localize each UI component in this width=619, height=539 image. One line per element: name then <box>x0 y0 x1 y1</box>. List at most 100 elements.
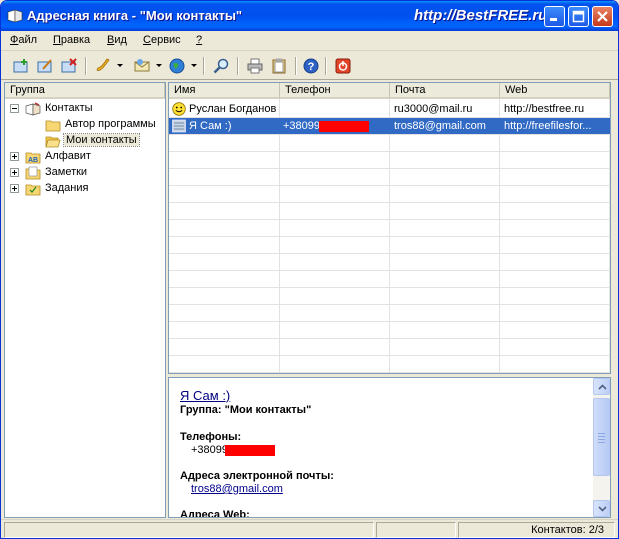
brand-watermark: http://BestFREE.ru <box>414 7 548 24</box>
detail-contact-name[interactable]: Я Сам :) <box>180 388 230 403</box>
maximize-button[interactable] <box>568 6 589 27</box>
window-title: Адресная книга - "Мои контакты" <box>27 8 243 23</box>
exit-button[interactable] <box>333 56 353 76</box>
tree-item-contacts[interactable]: Контакты <box>5 101 165 117</box>
menu-edit-mnemonic: П <box>53 34 61 46</box>
tree-item-my-contacts[interactable]: Мои контакты <box>5 133 165 149</box>
menu-file[interactable]: Файл <box>10 34 37 46</box>
detail-scrollbar[interactable] <box>593 378 610 517</box>
menu-service[interactable]: Сервис <box>143 34 181 46</box>
email-dropdown-arrow[interactable] <box>156 64 162 67</box>
table-row[interactable]: Я Сам :) +38099 tros88@gmail.com http://… <box>169 118 610 135</box>
detail-email-link[interactable]: tros88@gmail.com <box>191 483 283 495</box>
chevron-down-icon <box>598 506 607 512</box>
expand-toggle[interactable] <box>10 168 19 177</box>
toolbar-separator <box>85 57 87 75</box>
edit-contact-button[interactable] <box>35 56 55 76</box>
web-dropdown-arrow[interactable] <box>191 64 197 67</box>
tasks-folder-icon <box>25 184 41 196</box>
contacts-grid[interactable]: Имя Телефон Почта Web Руслан Богданов ru… <box>168 82 611 374</box>
expand-toggle[interactable] <box>10 184 19 193</box>
column-header-web[interactable]: Web <box>500 83 610 99</box>
scroll-up-button[interactable] <box>593 378 610 395</box>
minimize-button[interactable] <box>544 6 565 27</box>
app-window: Адресная книга - "Мои контакты" http://B… <box>0 0 619 539</box>
table-row-empty <box>169 237 610 254</box>
delete-contact-icon <box>61 58 77 73</box>
toolbar-separator <box>325 57 327 75</box>
table-row-empty <box>169 169 610 186</box>
new-contact-icon <box>13 59 28 73</box>
table-row-empty <box>169 339 610 356</box>
cell-name: Руслан Богданов <box>189 103 277 115</box>
tree-item-label: Контакты <box>45 102 93 114</box>
menu-file-label: айл <box>18 34 38 46</box>
contact-card-icon <box>172 119 186 133</box>
address-book-icon <box>7 9 23 23</box>
maximize-icon <box>572 10 585 23</box>
close-button[interactable] <box>592 6 613 27</box>
clipboard-button[interactable] <box>269 56 289 76</box>
exit-icon <box>335 58 351 74</box>
minimize-icon <box>550 18 557 21</box>
menu-edit[interactable]: Правка <box>53 34 90 46</box>
menu-help[interactable]: ? <box>196 34 202 46</box>
toolbar: ? <box>1 52 618 80</box>
scroll-down-button[interactable] <box>593 500 610 517</box>
table-row-empty <box>169 220 610 237</box>
address-book-icon <box>25 102 41 116</box>
print-button[interactable] <box>245 56 265 76</box>
phone-icon <box>96 58 110 71</box>
column-header-name[interactable]: Имя <box>169 83 280 99</box>
collapse-toggle[interactable] <box>10 104 19 113</box>
tree-item-tasks[interactable]: Задания <box>5 181 165 197</box>
table-row-empty <box>169 152 610 169</box>
contact-detail-panel[interactable]: Я Сам :) Группа: "Мои контакты" Телефоны… <box>168 377 611 518</box>
detail-emails-label: Адреса электронной почты: <box>180 470 334 482</box>
web-button[interactable] <box>167 56 187 76</box>
tree-item-author[interactable]: Автор программы <box>5 117 165 133</box>
email-icon <box>134 59 150 72</box>
svg-text:AB: AB <box>28 157 38 164</box>
table-row-empty <box>169 271 610 288</box>
menu-edit-label: равка <box>60 34 91 46</box>
delete-contact-button[interactable] <box>59 56 79 76</box>
search-button[interactable] <box>211 56 231 76</box>
title-bar[interactable]: Адресная книга - "Мои контакты" http://B… <box>1 1 618 31</box>
redaction-mark <box>225 445 275 456</box>
tree-item-label: Задания <box>45 182 89 194</box>
phone-dropdown-arrow[interactable] <box>117 64 123 67</box>
tree-header-group[interactable]: Группа <box>5 83 165 99</box>
cell-email: ru3000@mail.ru <box>394 103 473 115</box>
help-button[interactable]: ? <box>301 56 321 76</box>
menu-view-label: ид <box>114 34 127 46</box>
cell-web: http://freefilesfor... <box>504 120 592 132</box>
group-tree[interactable]: Группа Контакты Автор программы Мои конт… <box>4 82 166 518</box>
folder-icon <box>45 120 61 132</box>
smiley-icon <box>172 102 186 116</box>
status-cell-empty <box>4 522 374 538</box>
table-row-empty <box>169 203 610 220</box>
expand-toggle[interactable] <box>10 152 19 161</box>
redaction-mark <box>319 121 369 132</box>
table-row[interactable]: Руслан Богданов ru3000@mail.ru http://be… <box>169 101 610 118</box>
close-icon <box>597 11 608 22</box>
column-header-phone[interactable]: Телефон <box>280 83 390 99</box>
tree-item-notes[interactable]: Заметки <box>5 165 165 181</box>
tree-item-alphabet[interactable]: AB Алфавит <box>5 149 165 165</box>
new-contact-button[interactable] <box>11 56 31 76</box>
phone-button[interactable] <box>93 56 113 76</box>
detail-phones-label: Телефоны: <box>180 431 242 443</box>
menu-service-label: ервис <box>150 34 181 46</box>
status-cell-empty <box>376 522 456 538</box>
alphabet-folder-icon: AB <box>25 152 41 164</box>
menu-view[interactable]: Вид <box>107 34 127 46</box>
column-header-email[interactable]: Почта <box>390 83 500 99</box>
table-row-empty <box>169 305 610 322</box>
print-icon <box>247 58 263 74</box>
email-button[interactable] <box>132 56 152 76</box>
notes-folder-icon <box>25 166 41 180</box>
edit-contact-icon <box>37 59 52 73</box>
toolbar-separator <box>203 57 205 75</box>
scroll-thumb[interactable] <box>593 398 610 476</box>
